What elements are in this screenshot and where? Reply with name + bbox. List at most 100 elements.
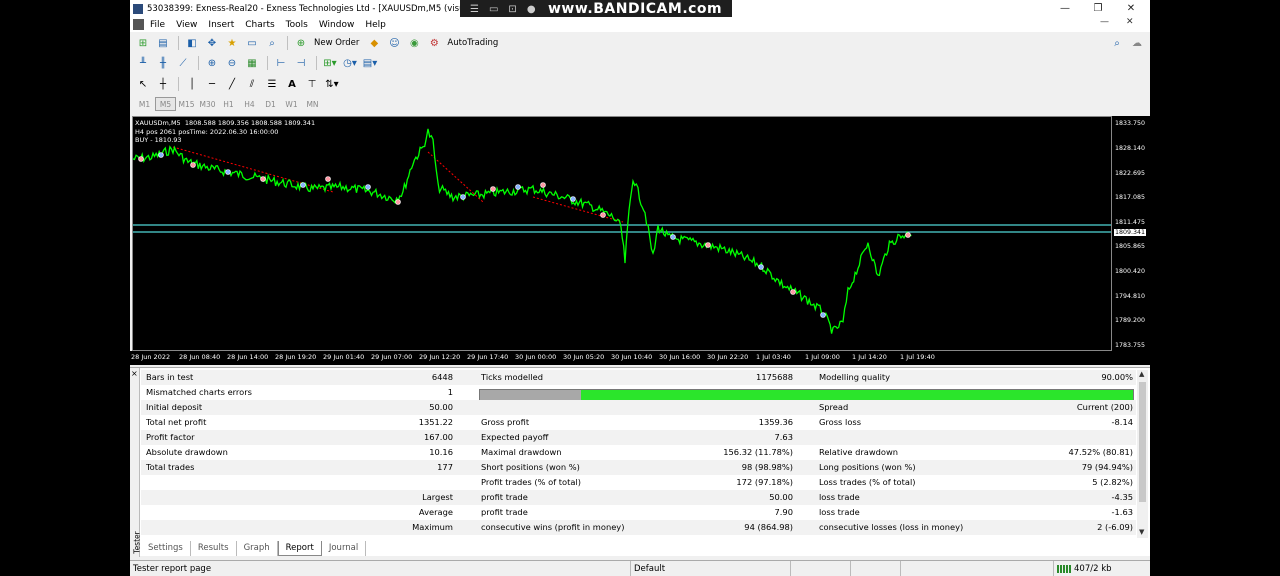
metaeditor-icon[interactable]: ◆ — [365, 35, 383, 51]
time-label: 30 Jun 10:40 — [611, 353, 653, 361]
time-label: 28 Jun 08:40 — [179, 353, 221, 361]
navigator-icon[interactable]: ★ — [223, 35, 241, 51]
tab-journal[interactable]: Journal — [322, 541, 367, 556]
cursor-icon[interactable]: ↖ — [134, 76, 152, 92]
value-total-net-profit: 1351.22 — [418, 417, 453, 427]
label-profit-trades: Profit trades (% of total) — [481, 477, 581, 487]
trade-marker — [225, 169, 231, 175]
trade-marker — [570, 196, 576, 202]
value-long-positions: 79 (94.94%) — [1081, 462, 1133, 472]
tab-report[interactable]: Report — [277, 541, 322, 556]
timeframe-m30[interactable]: M30 — [197, 97, 218, 111]
text-tool[interactable]: A — [283, 76, 301, 92]
window-title: 53038399: Exness-Real20 - Exness Technol… — [147, 3, 479, 14]
chat-icon[interactable]: ☁ — [1128, 35, 1146, 51]
strategy-tester-icon[interactable]: ⌕ — [263, 35, 281, 51]
timeframe-h1[interactable]: H1 — [218, 97, 239, 111]
search-icon[interactable]: ⌕ — [1108, 35, 1126, 51]
signals-icon[interactable]: ◉ — [405, 35, 423, 51]
periods-icon[interactable]: ◷▾ — [341, 55, 359, 71]
new-order-icon[interactable]: ⊕ — [292, 35, 310, 51]
autotrading-icon[interactable]: ⚙ — [425, 35, 443, 51]
value-bars-in-test: 6448 — [431, 372, 453, 382]
new-order-button[interactable]: New Order — [314, 38, 359, 48]
data-window-icon[interactable]: ✥ — [203, 35, 221, 51]
templates-icon[interactable]: ▤▾ — [361, 55, 379, 71]
child-close-button[interactable]: ✕ — [1126, 17, 1134, 27]
line-chart-icon[interactable]: ⟋ — [174, 55, 192, 71]
price-label: 1805.865 — [1115, 243, 1146, 250]
value-ticks-modelled: 1175688 — [756, 372, 793, 382]
time-label: 1 Jul 09:00 — [805, 353, 840, 361]
crosshair-icon[interactable]: ┼ — [154, 76, 172, 92]
label-largest: Largest — [422, 492, 453, 502]
tile-windows-icon[interactable]: ▦ — [243, 55, 261, 71]
trendline-icon[interactable]: ╱ — [223, 76, 241, 92]
indicators-icon[interactable]: ⊞▾ — [321, 55, 339, 71]
market-watch-icon[interactable]: ◧ — [183, 35, 201, 51]
timeframe-m5[interactable]: M5 — [155, 97, 176, 111]
value-average-profit-trade: 7.90 — [774, 507, 793, 517]
tab-graph[interactable]: Graph — [237, 541, 278, 556]
fibonacci-icon[interactable]: ☰ — [263, 76, 281, 92]
scroll-down-icon[interactable]: ▼ — [1139, 528, 1144, 536]
menu-charts[interactable]: Charts — [245, 20, 274, 30]
terminal-icon[interactable]: ▭ — [243, 35, 261, 51]
minimize-button[interactable]: — — [1050, 0, 1080, 17]
arrows-icon[interactable]: ⇅▾ — [323, 76, 341, 92]
timeframe-h4[interactable]: H4 — [239, 97, 260, 111]
menu-help[interactable]: Help — [365, 20, 386, 30]
trade-marker — [460, 194, 466, 200]
menu-file[interactable]: File — [150, 20, 165, 30]
maximize-button[interactable]: ❐ — [1083, 0, 1113, 17]
timeframe-m1[interactable]: M1 — [134, 97, 155, 111]
close-button[interactable]: ✕ — [1116, 0, 1146, 17]
timeframe-m15[interactable]: M15 — [176, 97, 197, 111]
status-text: Tester report page — [133, 564, 212, 574]
child-minimize-button[interactable]: — — [1100, 17, 1109, 27]
time-axis: 28 Jun 2022 28 Jun 08:40 28 Jun 14:00 28… — [130, 351, 1150, 365]
scroll-up-icon[interactable]: ▲ — [1139, 370, 1144, 378]
horizontal-line-icon[interactable]: ─ — [203, 76, 221, 92]
new-chart-icon[interactable]: ⊞ — [134, 35, 152, 51]
tab-results[interactable]: Results — [191, 541, 237, 556]
bar-chart-icon[interactable]: ╨ — [134, 55, 152, 71]
candlestick-icon[interactable]: ╫ — [154, 55, 172, 71]
scrollbar-thumb[interactable] — [1139, 382, 1146, 502]
zoom-in-icon[interactable]: ⊕ — [203, 55, 221, 71]
status-traffic: 407/2 kb — [1074, 564, 1112, 574]
timeframe-mn[interactable]: MN — [302, 97, 323, 111]
chart-shift-icon[interactable]: ⊢ — [272, 55, 290, 71]
value-modelling-quality: 90.00% — [1101, 372, 1133, 382]
record-icon: ● — [526, 4, 536, 15]
community-icon[interactable]: ☺ — [385, 35, 403, 51]
zoom-out-icon[interactable]: ⊖ — [223, 55, 241, 71]
menu-insert[interactable]: Insert — [208, 20, 234, 30]
value-gross-loss: -8.14 — [1111, 417, 1133, 427]
tab-settings[interactable]: Settings — [141, 541, 191, 556]
value-largest-loss-trade: -4.35 — [1111, 492, 1133, 502]
tester-close-button[interactable]: × — [131, 369, 138, 378]
menu-window[interactable]: Window — [319, 20, 355, 30]
autoscroll-icon[interactable]: ⊣ — [292, 55, 310, 71]
report-scrollbar[interactable]: ▲ ▼ — [1137, 370, 1148, 538]
report-row: Profit trades (% of total) 172 (97.18%) … — [141, 475, 1136, 490]
price-chart[interactable]: XAUUSDm,M5 1808.588 1809.356 1808.588 18… — [132, 116, 1112, 351]
vertical-line-icon[interactable]: │ — [183, 76, 201, 92]
timeframe-d1[interactable]: D1 — [260, 97, 281, 111]
toolbar-separator — [178, 36, 179, 50]
text-label-icon[interactable]: ⊤ — [303, 76, 321, 92]
window-icon: ▭ — [488, 4, 499, 15]
menu-bar: File View Insert Charts Tools Window Hel… — [130, 17, 1150, 32]
trade-marker — [138, 156, 144, 162]
profiles-icon[interactable]: ▤ — [154, 35, 172, 51]
value-consecutive-losses: 2 (-6.09) — [1097, 522, 1133, 532]
channel-icon[interactable]: ⫽ — [243, 76, 261, 92]
menu-view[interactable]: View — [176, 20, 197, 30]
menu-tools[interactable]: Tools — [286, 20, 308, 30]
timeframe-w1[interactable]: W1 — [281, 97, 302, 111]
app-icon — [133, 3, 143, 14]
autotrading-button[interactable]: AutoTrading — [447, 38, 498, 48]
time-label: 28 Jun 14:00 — [227, 353, 269, 361]
toolbar-separator — [267, 56, 268, 70]
